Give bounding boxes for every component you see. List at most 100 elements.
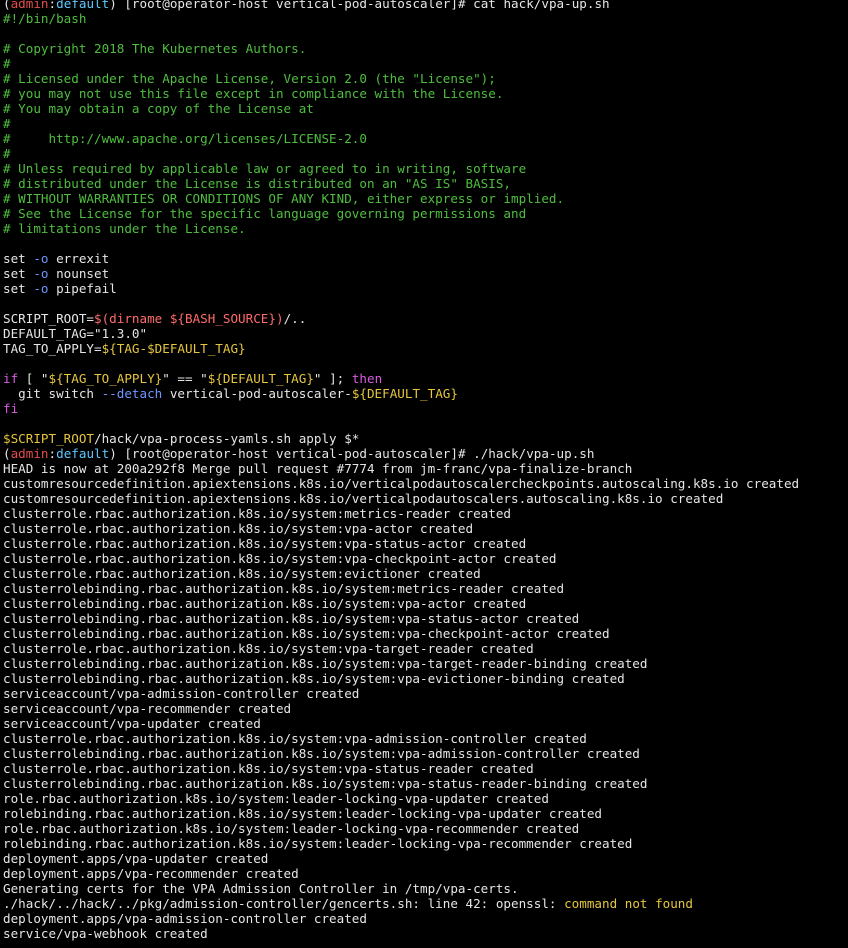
terminal-text-text: serviceaccount/vpa-recommender created	[3, 701, 292, 716]
terminal-line: deployment.apps/vpa-recommender created	[3, 866, 848, 881]
terminal-text-warning: ${TAG-$DEFAULT_TAG}	[101, 341, 246, 356]
terminal-text-text: clusterrolebinding.rbac.authorization.k8…	[3, 746, 640, 761]
terminal-text-text: service/vpa-webhook created	[3, 926, 208, 941]
terminal-text-comment: # you may not use this file except in co…	[3, 86, 504, 101]
terminal-line: # you may not use this file except in co…	[3, 86, 848, 101]
terminal-line: ./hack/../hack/../pkg/admission-controll…	[3, 896, 848, 911]
terminal-text-text: DEFAULT_TAG="1.3.0"	[3, 326, 148, 341]
terminal-text-text: /..	[283, 311, 307, 326]
terminal-text-text: deployment.apps/vpa-recommender created	[3, 866, 299, 881]
terminal-text-comment: #	[3, 56, 11, 71]
terminal-text-text: clusterrole.rbac.authorization.k8s.io/sy…	[3, 731, 587, 746]
terminal-text-option: --detach	[101, 386, 163, 401]
terminal-line: clusterrolebinding.rbac.authorization.k8…	[3, 611, 848, 626]
terminal-line: clusterrolebinding.rbac.authorization.k8…	[3, 776, 848, 791]
terminal-text-text: deployment.apps/vpa-admission-controller…	[3, 911, 367, 926]
terminal-text-keyword: if	[3, 371, 19, 386]
terminal-line: clusterrole.rbac.authorization.k8s.io/sy…	[3, 521, 848, 536]
terminal-line: set -o nounset	[3, 266, 848, 281]
terminal-line: serviceaccount/vpa-admission-controller …	[3, 686, 848, 701]
terminal-text-warning: ${DEFAULT_TAG}	[207, 371, 314, 386]
terminal-line: SCRIPT_ROOT=$(dirname ${BASH_SOURCE})/..	[3, 311, 848, 326]
terminal-line: deployment.apps/vpa-updater created	[3, 851, 848, 866]
terminal-text-context: default	[56, 446, 110, 461]
terminal-text-text: clusterrolebinding.rbac.authorization.k8…	[3, 656, 648, 671]
terminal-line: set -o pipefail	[3, 281, 848, 296]
terminal-line: #	[3, 116, 848, 131]
terminal-line: clusterrole.rbac.authorization.k8s.io/sy…	[3, 536, 848, 551]
terminal-text-text: clusterrolebinding.rbac.authorization.k8…	[3, 671, 625, 686]
terminal-line: if [ "${TAG_TO_APPLY}" == "${DEFAULT_TAG…	[3, 371, 848, 386]
terminal-line: role.rbac.authorization.k8s.io/system:le…	[3, 791, 848, 806]
terminal-text-text: ) [root@operator-host vertical-pod-autos…	[109, 446, 595, 461]
terminal-text-context: default	[56, 0, 110, 11]
terminal-line: clusterrole.rbac.authorization.k8s.io/sy…	[3, 641, 848, 656]
terminal-text-option: -o	[33, 281, 49, 296]
terminal-text-text: set	[3, 266, 34, 281]
terminal-text-variable: $(dirname ${BASH_SOURCE})	[94, 311, 284, 326]
terminal-line: clusterrole.rbac.authorization.k8s.io/sy…	[3, 731, 848, 746]
terminal-text-option: -o	[33, 266, 49, 281]
terminal-line: #!/bin/bash	[3, 11, 848, 26]
terminal-line: git switch --detach vertical-pod-autosca…	[3, 386, 848, 401]
terminal-text-text: :	[48, 0, 57, 11]
terminal-text-text: pipefail	[48, 281, 117, 296]
terminal-line: role.rbac.authorization.k8s.io/system:le…	[3, 821, 848, 836]
terminal-text-text: serviceaccount/vpa-admission-controller …	[3, 686, 360, 701]
terminal-text-comment: #	[3, 146, 11, 161]
terminal-line: clusterrole.rbac.authorization.k8s.io/sy…	[3, 566, 848, 581]
terminal-line: (admin:default) [root@operator-host vert…	[3, 0, 848, 11]
terminal-line: Generating certs for the VPA Admission C…	[3, 881, 848, 896]
terminal-text-text: clusterrolebinding.rbac.authorization.k8…	[3, 596, 527, 611]
terminal-line: serviceaccount/vpa-recommender created	[3, 701, 848, 716]
terminal-line: # http://www.apache.org/licenses/LICENSE…	[3, 131, 848, 146]
terminal-line: clusterrole.rbac.authorization.k8s.io/sy…	[3, 551, 848, 566]
terminal-line: # Licensed under the Apache License, Ver…	[3, 71, 848, 86]
terminal-text-keyword: then	[351, 371, 383, 386]
terminal-text-warning: command not found	[564, 896, 693, 911]
terminal-text-keyword: fi	[3, 401, 19, 416]
terminal-line: # Unless required by applicable law or a…	[3, 161, 848, 176]
terminal-text-comment: # limitations under the License.	[3, 221, 246, 236]
terminal-text-comment: # WITHOUT WARRANTIES OR CONDITIONS OF AN…	[3, 191, 565, 206]
terminal-text-text: Generating certs for the VPA Admission C…	[3, 881, 519, 896]
terminal-line: #	[3, 56, 848, 71]
terminal-text-comment: #	[3, 116, 11, 131]
terminal-text-text: rolebinding.rbac.authorization.k8s.io/sy…	[3, 806, 602, 821]
terminal-line: clusterrolebinding.rbac.authorization.k8…	[3, 581, 848, 596]
terminal-line: # limitations under the License.	[3, 221, 848, 236]
terminal-line: serviceaccount/vpa-updater created	[3, 716, 848, 731]
terminal-text-text: customresourcedefinition.apiextensions.k…	[3, 476, 800, 491]
terminal-line: rolebinding.rbac.authorization.k8s.io/sy…	[3, 836, 848, 851]
terminal-text-admin: admin	[10, 446, 49, 461]
terminal-text-comment: #!/bin/bash	[3, 11, 87, 26]
terminal-text-text: role.rbac.authorization.k8s.io/system:le…	[3, 791, 549, 806]
terminal-line: clusterrolebinding.rbac.authorization.k8…	[3, 626, 848, 641]
terminal-line: $SCRIPT_ROOT/hack/vpa-process-yamls.sh a…	[3, 431, 848, 446]
terminal-text-text: role.rbac.authorization.k8s.io/system:le…	[3, 821, 580, 836]
terminal-line: # WITHOUT WARRANTIES OR CONDITIONS OF AN…	[3, 191, 848, 206]
terminal-line: #	[3, 146, 848, 161]
terminal-text-text: clusterrole.rbac.authorization.k8s.io/sy…	[3, 566, 481, 581]
terminal-text-text: ) [root@operator-host vertical-pod-autos…	[109, 0, 610, 11]
terminal-text-text: serviceaccount/vpa-updater created	[3, 716, 261, 731]
terminal-output[interactable]: (admin:default) [root@operator-host vert…	[3, 0, 848, 941]
terminal-text-text: clusterrole.rbac.authorization.k8s.io/sy…	[3, 551, 557, 566]
terminal-line: clusterrolebinding.rbac.authorization.k8…	[3, 671, 848, 686]
terminal-text-text: clusterrole.rbac.authorization.k8s.io/sy…	[3, 536, 527, 551]
terminal-text-comment: # Unless required by applicable law or a…	[3, 161, 527, 176]
terminal-text-text: TAG_TO_APPLY=	[3, 341, 102, 356]
terminal-text-comment: # Copyright 2018 The Kubernetes Authors.	[3, 41, 307, 56]
terminal-text-option: -o	[33, 251, 49, 266]
terminal-line: customresourcedefinition.apiextensions.k…	[3, 491, 848, 506]
terminal-text-text: set	[3, 251, 34, 266]
terminal-line: clusterrole.rbac.authorization.k8s.io/sy…	[3, 761, 848, 776]
terminal-text-text: ./hack/../hack/../pkg/admission-controll…	[3, 896, 565, 911]
terminal-text-text: (	[3, 446, 11, 461]
terminal-text-text: " == "	[162, 371, 208, 386]
terminal-text-text: deployment.apps/vpa-updater created	[3, 851, 269, 866]
